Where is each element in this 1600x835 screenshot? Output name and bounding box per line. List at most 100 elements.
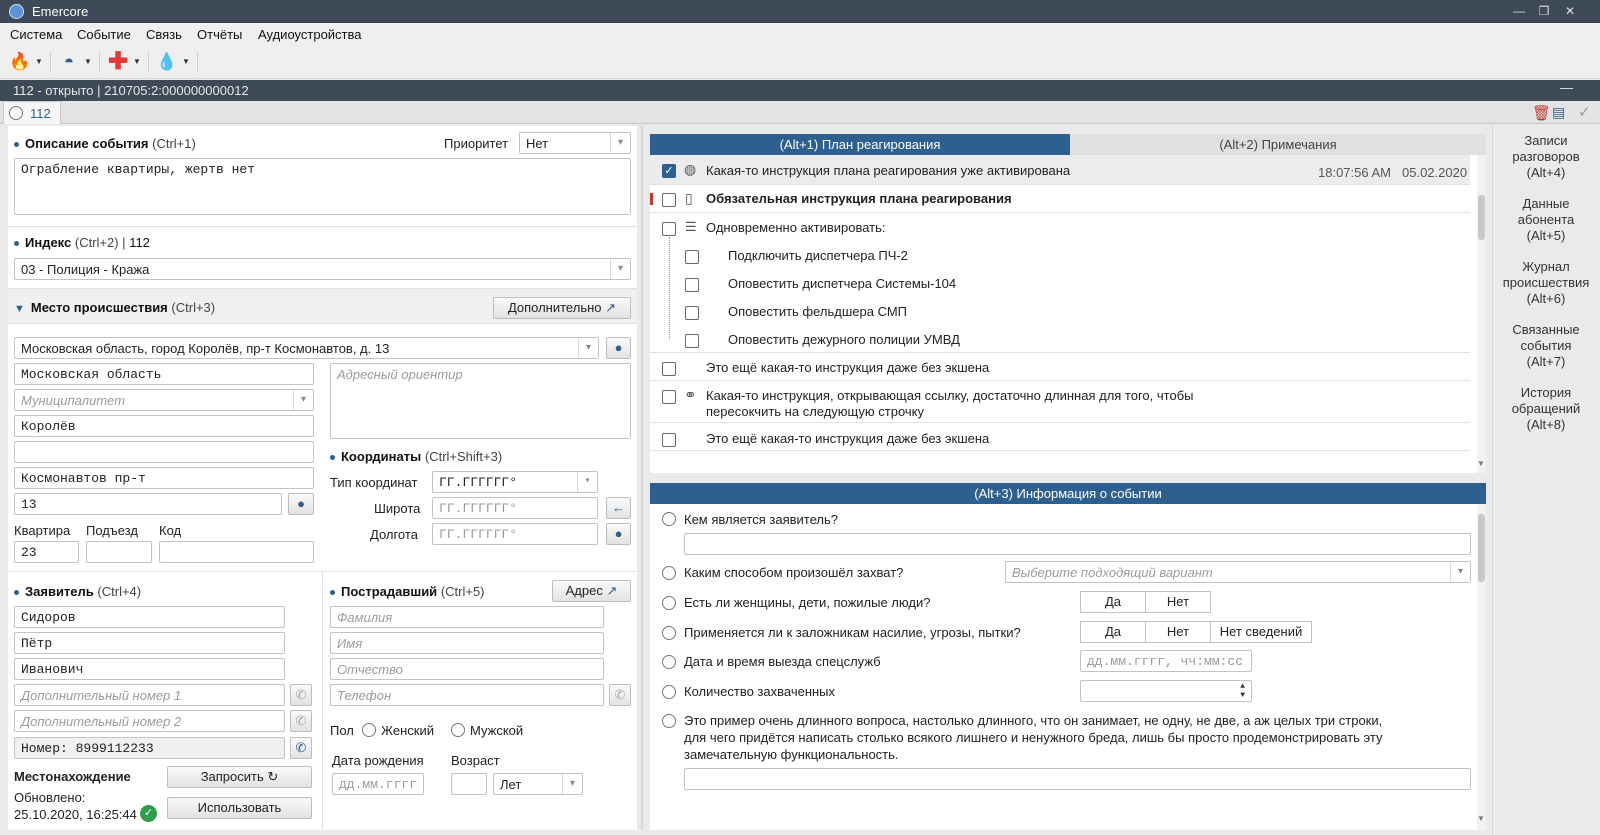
q6-radio[interactable]: [662, 685, 676, 699]
list-item[interactable]: ▯ Обязательная инструкция плана реагиров…: [650, 185, 1470, 213]
instruction-checkbox[interactable]: [662, 362, 676, 376]
instruction-checkbox[interactable]: [662, 433, 676, 447]
clear-form-icon[interactable]: ▤: [1552, 104, 1565, 121]
place-more-button[interactable]: Дополнительно ↗: [493, 297, 631, 319]
delete-icon[interactable]: 🗑: [1532, 104, 1551, 122]
q6-count-stepper[interactable]: ▲ ▼: [1080, 680, 1252, 702]
instruction-checkbox[interactable]: [662, 193, 676, 207]
victim-first-name-field[interactable]: Имя: [330, 632, 604, 654]
coord-type-select[interactable]: ГГ.ГГГГГГ° ▾: [432, 471, 598, 493]
sidebar-item-call-records[interactable]: Записи разговоров (Alt+4): [1498, 133, 1594, 181]
victim-middle-name-field[interactable]: Отчество: [330, 658, 604, 680]
sidebar-item-subscriber-data[interactable]: Данные абонента (Alt+5): [1498, 196, 1594, 244]
instruction-checkbox[interactable]: ✓: [662, 164, 676, 178]
list-item[interactable]: ✓ ◍ Какая-то инструкция плана реагирован…: [650, 155, 1470, 185]
caller-phone1-field[interactable]: Дополнительный номер 1: [14, 684, 285, 706]
house-field[interactable]: 13: [14, 493, 282, 515]
region-field[interactable]: Московская область: [14, 363, 314, 385]
landmark-field[interactable]: Адресный ориентир: [330, 363, 631, 439]
scrollbar-thumb[interactable]: [1478, 195, 1485, 240]
instruction-checkbox[interactable]: [662, 222, 676, 236]
q4-no-info-button[interactable]: Нет сведений: [1210, 621, 1312, 643]
q4-no-button[interactable]: Нет: [1145, 621, 1211, 643]
q1-radio[interactable]: [662, 512, 676, 526]
caller-last-name-field[interactable]: Сидоров: [14, 606, 285, 628]
close-icon[interactable]: ✕: [1561, 3, 1579, 19]
dob-field[interactable]: дд.мм.гггг: [332, 773, 424, 795]
code-field[interactable]: [159, 541, 314, 563]
address-map-pin-button[interactable]: ●: [606, 337, 631, 359]
sub-instruction-checkbox[interactable]: [685, 250, 699, 264]
district-field[interactable]: [14, 441, 314, 463]
sidebar-item-related-events[interactable]: Связанные события (Alt+7): [1498, 322, 1594, 370]
minimize-icon[interactable]: —: [1510, 3, 1528, 19]
use-location-button[interactable]: Использовать: [167, 797, 312, 819]
sub-instruction-checkbox[interactable]: [685, 334, 699, 348]
victim-last-name-field[interactable]: Фамилия: [330, 606, 604, 628]
coords-map-pin-button[interactable]: ●: [606, 523, 631, 545]
latitude-field[interactable]: ГГ.ГГГГГГ°: [432, 497, 598, 519]
caller-middle-name-field[interactable]: Иванович: [14, 658, 285, 680]
menu-connection[interactable]: Связь: [146, 27, 182, 42]
sidebar-item-incident-log[interactable]: Журнал происшествия (Alt+6): [1498, 259, 1594, 307]
q5-radio[interactable]: [662, 655, 676, 669]
municipality-select[interactable]: Муниципалитет ▾: [14, 389, 314, 411]
longitude-field[interactable]: ГГ.ГГГГГГ°: [432, 523, 598, 545]
tab-event-112[interactable]: 112: [3, 101, 61, 124]
address-select[interactable]: Московская область, город Королёв, пр-т …: [14, 337, 599, 359]
collapse-icon[interactable]: —: [1560, 80, 1573, 95]
city-field[interactable]: Королёв: [14, 415, 314, 437]
apt-field[interactable]: 23: [14, 541, 79, 563]
gender-female-radio[interactable]: [362, 723, 376, 737]
q4-yes-button[interactable]: Да: [1080, 621, 1146, 643]
tab-notes[interactable]: (Alt+2) Примечания: [1070, 134, 1486, 155]
street-field[interactable]: Космонавтов пр-т: [14, 467, 314, 489]
scrollbar-thumb[interactable]: [1478, 514, 1485, 582]
tab-response-plan[interactable]: (Alt+1) План реагирования: [650, 134, 1070, 155]
q3-radio[interactable]: [662, 596, 676, 610]
q3-no-button[interactable]: Нет: [1145, 591, 1211, 613]
list-item[interactable]: Это ещё какая-то инструкция даже без экш…: [650, 353, 1470, 381]
house-map-pin-button[interactable]: ●: [288, 493, 314, 515]
request-location-button[interactable]: Запросить ↻: [167, 766, 312, 788]
list-item[interactable]: ⚭ Какая-то инструкция, открывающая ссылк…: [650, 381, 1470, 423]
plan-scrollbar[interactable]: ▼: [1477, 155, 1486, 473]
q2-select[interactable]: Выберите подходящий вариант ▾: [1005, 561, 1471, 583]
place-section-title[interactable]: ▼ Место происшествия (Ctrl+3): [14, 300, 215, 315]
menu-event[interactable]: Событие: [77, 27, 131, 42]
menu-audio[interactable]: Аудиоустройства: [258, 27, 362, 42]
call-phone1-button[interactable]: ✆: [290, 684, 312, 706]
call-number-button[interactable]: ✆: [290, 737, 312, 759]
sidebar-item-call-history[interactable]: История обращений (Alt+8): [1498, 385, 1594, 433]
restore-icon[interactable]: ❐: [1535, 3, 1553, 19]
caller-phone2-field[interactable]: Дополнительный номер 2: [14, 710, 285, 732]
event-description-field[interactable]: Ограбление квартиры, жертв нет: [14, 158, 631, 215]
age-unit-select[interactable]: Лет ▾: [493, 773, 583, 795]
sub-instruction-checkbox[interactable]: [685, 278, 699, 292]
confirm-icon[interactable]: ✓: [1578, 103, 1591, 121]
victim-address-button[interactable]: Адрес ↗: [552, 580, 631, 602]
q1-answer-field[interactable]: [684, 533, 1471, 555]
q3-yes-button[interactable]: Да: [1080, 591, 1146, 613]
victim-phone-field[interactable]: Телефон: [330, 684, 604, 706]
info-scrollbar[interactable]: ▼: [1477, 504, 1486, 830]
call-victim-button[interactable]: ✆: [609, 684, 631, 706]
caller-first-name-field[interactable]: Пётр: [14, 632, 285, 654]
priority-select[interactable]: Нет ▾: [519, 132, 631, 154]
age-field[interactable]: [451, 773, 487, 795]
q7-answer-field[interactable]: [684, 768, 1471, 790]
q2-radio[interactable]: [662, 566, 676, 580]
q5-datetime-field[interactable]: дд.мм.гггг, чч:мм:сс: [1080, 650, 1252, 672]
fill-coords-button[interactable]: ←: [606, 497, 631, 519]
menu-reports[interactable]: Отчёты: [197, 27, 242, 42]
incident-index-select[interactable]: 03 - Полиция - Кража ▾: [14, 258, 631, 280]
q4-radio[interactable]: [662, 626, 676, 640]
sub-instruction-checkbox[interactable]: [685, 306, 699, 320]
call-phone2-button[interactable]: ✆: [290, 710, 312, 732]
instruction-checkbox[interactable]: [662, 390, 676, 404]
entrance-field[interactable]: [86, 541, 152, 563]
gender-male-radio[interactable]: [451, 723, 465, 737]
menu-system[interactable]: Система: [10, 27, 62, 42]
list-item[interactable]: Это ещё какая-то инструкция даже без экш…: [650, 423, 1470, 451]
q7-radio[interactable]: [662, 714, 676, 728]
